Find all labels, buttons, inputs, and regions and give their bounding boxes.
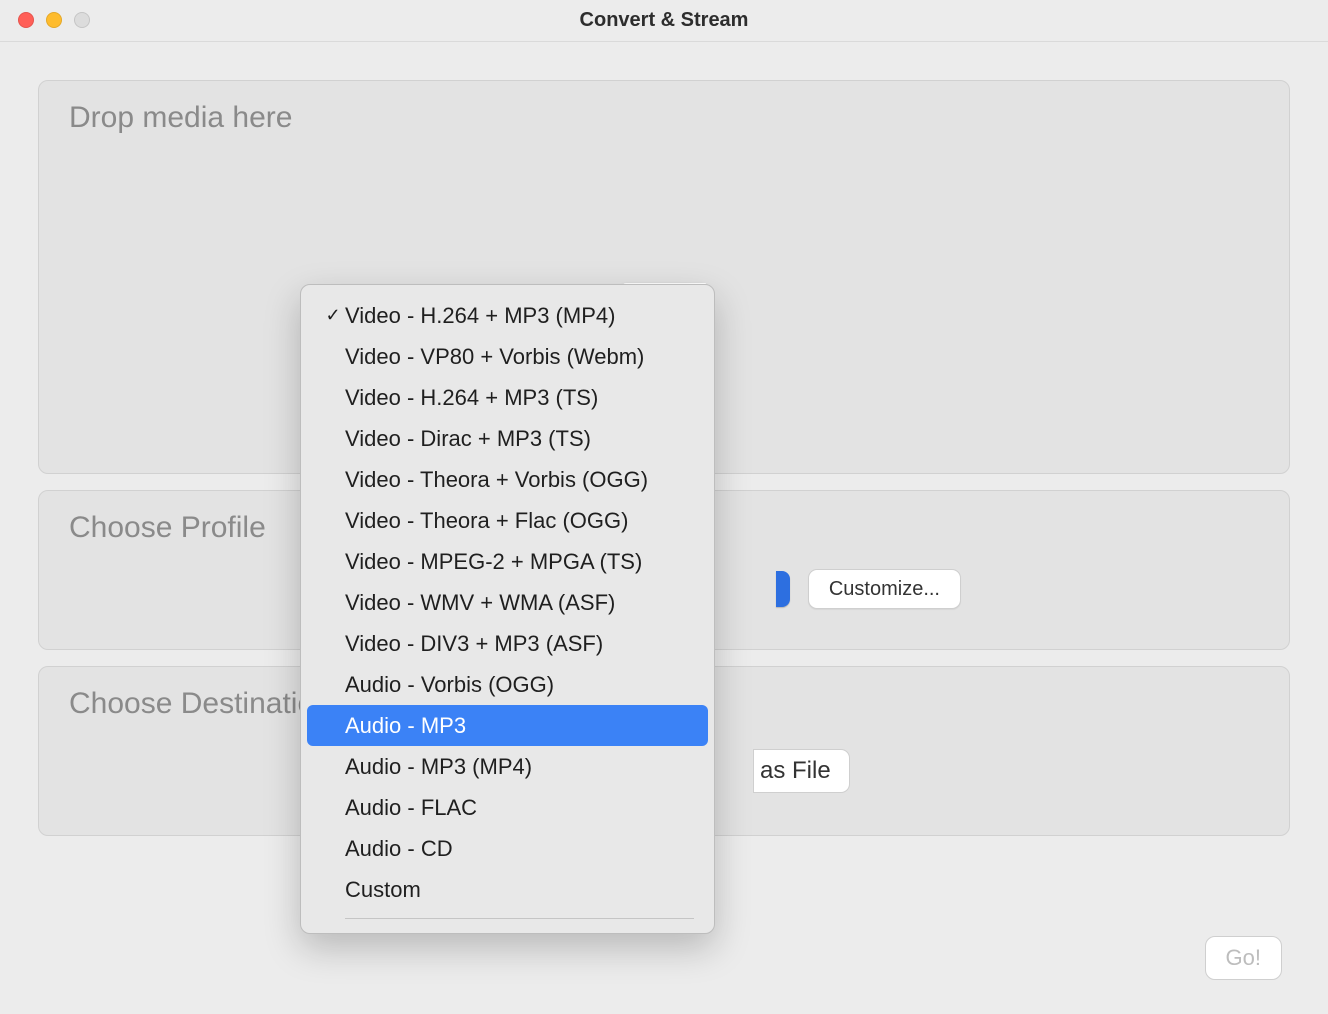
- customize-button[interactable]: Customize...: [808, 569, 961, 609]
- profile-option-label: Video - Theora + Flac (OGG): [345, 508, 694, 534]
- profile-option-label: Video - WMV + WMA (ASF): [345, 590, 694, 616]
- profile-option-label: Video - VP80 + Vorbis (Webm): [345, 344, 694, 370]
- window-title: Convert & Stream: [0, 9, 1328, 32]
- titlebar: Convert & Stream: [0, 0, 1328, 42]
- profile-option-label: Audio - FLAC: [345, 795, 694, 821]
- checkmark-icon: ✓: [321, 305, 345, 326]
- go-button[interactable]: Go!: [1205, 936, 1282, 980]
- profile-option-label: Custom: [345, 877, 694, 903]
- profile-option-label: Video - Theora + Vorbis (OGG): [345, 467, 694, 493]
- profile-select[interactable]: [776, 571, 790, 607]
- profile-option-label: Audio - Vorbis (OGG): [345, 672, 694, 698]
- profile-option[interactable]: Custom: [307, 869, 708, 910]
- profile-option-label: Audio - MP3 (MP4): [345, 754, 694, 780]
- profile-option-label: Video - DIV3 + MP3 (ASF): [345, 631, 694, 657]
- profile-option[interactable]: Video - Theora + Vorbis (OGG): [307, 459, 708, 500]
- profile-option[interactable]: Audio - CD: [307, 828, 708, 869]
- profile-option-label: Video - H.264 + MP3 (TS): [345, 385, 694, 411]
- profile-option[interactable]: Video - DIV3 + MP3 (ASF): [307, 623, 708, 664]
- profile-option[interactable]: Video - VP80 + Vorbis (Webm): [307, 336, 708, 377]
- menu-separator: [345, 918, 694, 919]
- profile-options-menu[interactable]: ✓Video - H.264 + MP3 (MP4) Video - VP80 +…: [300, 284, 715, 934]
- profile-option[interactable]: Video - Theora + Flac (OGG): [307, 500, 708, 541]
- drop-media-title: Drop media here: [39, 81, 1289, 135]
- profile-option-label: Video - H.264 + MP3 (MP4): [345, 303, 694, 329]
- profile-option[interactable]: Video - Dirac + MP3 (TS): [307, 418, 708, 459]
- profile-option[interactable]: Video - MPEG-2 + MPGA (TS): [307, 541, 708, 582]
- profile-option[interactable]: Audio - Vorbis (OGG): [307, 664, 708, 705]
- profile-option[interactable]: Audio - MP3 (MP4): [307, 746, 708, 787]
- profile-option[interactable]: ✓Video - H.264 + MP3 (MP4): [307, 295, 708, 336]
- save-as-file-button[interactable]: as File: [753, 749, 850, 793]
- profile-option[interactable]: Audio - FLAC: [307, 787, 708, 828]
- profile-option[interactable]: Video - WMV + WMA (ASF): [307, 582, 708, 623]
- profile-option[interactable]: Audio - MP3: [307, 705, 708, 746]
- profile-option[interactable]: Video - H.264 + MP3 (TS): [307, 377, 708, 418]
- profile-option-label: Audio - MP3: [345, 713, 694, 739]
- profile-option-label: Audio - CD: [345, 836, 694, 862]
- profile-option-label: Video - MPEG-2 + MPGA (TS): [345, 549, 694, 575]
- profile-option-label: Video - Dirac + MP3 (TS): [345, 426, 694, 452]
